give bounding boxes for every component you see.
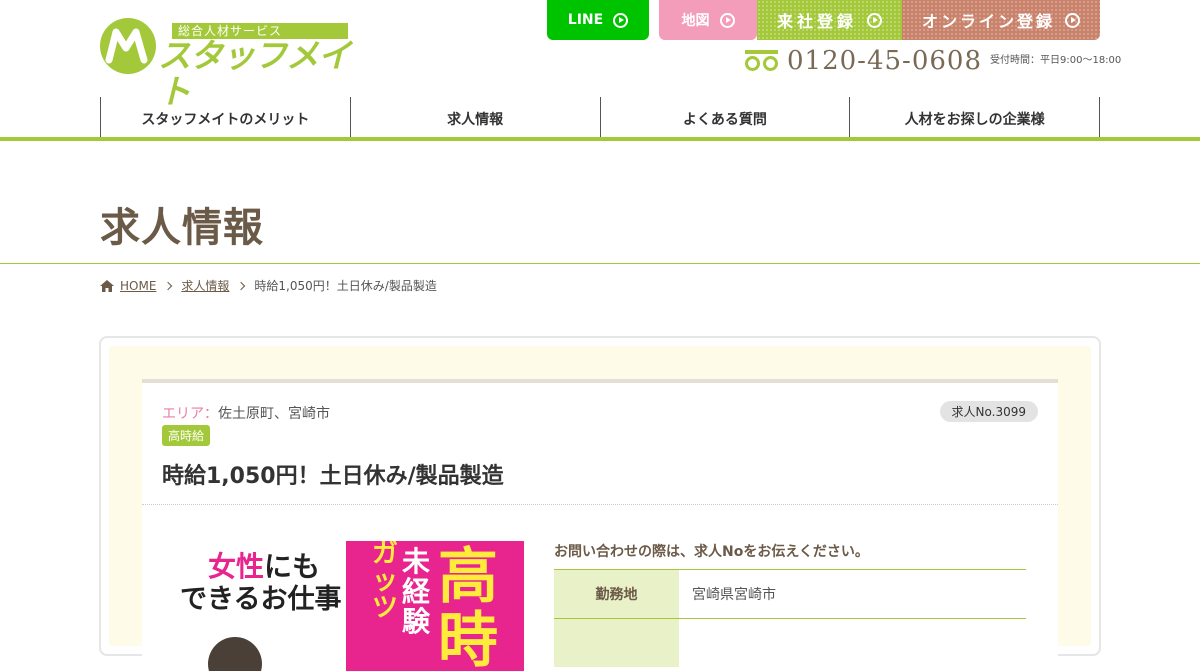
line-button[interactable]: LINE	[547, 0, 649, 40]
info-label: 勤務地	[554, 570, 679, 618]
phone-hours: 受付時間：平日9:00～18:00	[990, 54, 1122, 66]
map-button[interactable]: 地図	[659, 0, 757, 40]
job-ad-image: 女性にも できるお仕事 ガッツ 未経験 高時	[178, 541, 524, 671]
nav-item-companies[interactable]: 人材をお探しの企業様	[849, 97, 1100, 137]
nav-item-faq[interactable]: よくある質問	[599, 97, 850, 137]
main-nav: スタッフメイトのメリット 求人情報 よくある質問 人材をお探しの企業様	[100, 97, 1100, 137]
info-value: 宮崎県宮崎市	[692, 587, 776, 603]
area-label: エリア：	[162, 406, 218, 422]
home-icon	[100, 279, 114, 292]
breadcrumb-home-link[interactable]: HOME	[120, 279, 156, 293]
area-value: 佐土原町、宮崎市	[218, 406, 330, 422]
chevron-right-icon	[164, 281, 173, 290]
high-wage-badge: 高時給	[162, 425, 211, 446]
ad-vertical-text-2: 未経験	[402, 545, 431, 638]
nav-item-jobs[interactable]: 求人情報	[349, 97, 600, 137]
play-circle-icon	[719, 12, 735, 28]
visit-register-label: 来社登録	[776, 12, 857, 31]
site-logo[interactable]: 総合人材サービス スタッフメイト	[100, 18, 351, 110]
info-label	[554, 619, 679, 667]
info-row: 勤務地 宮崎県宮崎市	[554, 569, 1026, 618]
page-title: 求人情報	[100, 205, 264, 251]
play-circle-icon	[1065, 12, 1080, 28]
ad-pink-panel: ガッツ 未経験 高時	[346, 541, 524, 671]
top-buttons: LINE 地図 来社登録 オンライン登録	[547, 0, 1100, 40]
ad-big-text: 高時	[438, 542, 498, 671]
job-number-badge: 求人No.3099	[939, 401, 1038, 422]
play-circle-icon	[613, 12, 629, 28]
job-header: エリア：佐土原町、宮崎市 求人No.3099 高時給 時給1,050円！土日休み…	[142, 383, 1058, 505]
job-info: お問い合わせの際は、求人Noをお伝えください。 勤務地 宮崎県宮崎市	[554, 541, 1026, 667]
breadcrumb: HOME 求人情報 時給1,050円！土日休み/製品製造	[100, 277, 437, 294]
info-note: お問い合わせの際は、求人Noをお伝えください。	[554, 544, 869, 560]
online-register-label: オンライン登録	[921, 12, 1055, 31]
visit-register-button[interactable]: 来社登録	[757, 0, 902, 40]
ad-person-photo	[208, 637, 262, 671]
breadcrumb-current: 時給1,050円！土日休み/製品製造	[254, 279, 437, 293]
play-circle-icon	[867, 12, 882, 28]
phone-number: 0120-45-0608	[787, 46, 982, 76]
freedial-icon	[745, 50, 778, 72]
info-row	[554, 618, 1026, 667]
job-title[interactable]: 時給1,050円！土日休み/製品製造	[162, 458, 504, 490]
info-value	[679, 619, 1026, 667]
nav-item-merits[interactable]: スタッフメイトのメリット	[100, 97, 350, 137]
ad-vertical-text-1: ガッツ	[372, 541, 399, 623]
logo-mark-icon	[100, 18, 156, 74]
map-button-label: 地図	[681, 13, 710, 29]
page-title-area: 求人情報	[0, 141, 1200, 264]
job-area: エリア：佐土原町、宮崎市	[162, 403, 330, 423]
phone-contact[interactable]: 0120-45-0608 受付時間：平日9:00～18:00	[745, 46, 1121, 76]
ad-headline-2: できるお仕事	[180, 584, 342, 615]
job-listing: エリア：佐土原町、宮崎市 求人No.3099 高時給 時給1,050円！土日休み…	[142, 379, 1058, 671]
online-register-button[interactable]: オンライン登録	[902, 0, 1100, 40]
site-header: 総合人材サービス スタッフメイト LINE 地図 来社登録 オンライン登録 01…	[0, 0, 1200, 141]
chevron-right-icon	[237, 281, 246, 290]
breadcrumb-jobs-link[interactable]: 求人情報	[181, 277, 229, 294]
line-button-label: LINE	[567, 12, 604, 28]
